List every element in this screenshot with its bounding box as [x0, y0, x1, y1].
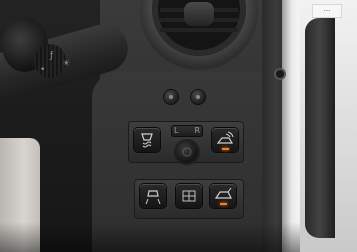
- air-vent-knob[interactable]: [184, 2, 214, 26]
- door-sticker: ···: [312, 4, 342, 18]
- lane-assist-switch[interactable]: [140, 184, 166, 208]
- mirror-right-label: R: [194, 126, 200, 135]
- parking-sensor-led: [222, 148, 229, 150]
- dashboard-photo: ··· ƒ ☀ • L R: [0, 0, 357, 252]
- lane-assist-icon: [145, 190, 161, 205]
- air-vent-vane[interactable]: [160, 28, 238, 32]
- parking-sensor-switch[interactable]: [212, 128, 238, 152]
- mirror-adjust-knob[interactable]: [176, 141, 198, 163]
- tailgate-switch[interactable]: [210, 184, 236, 208]
- mirror-select-toggle[interactable]: L R: [171, 125, 203, 137]
- camera-view-switch[interactable]: [176, 184, 202, 208]
- traction-control-switch[interactable]: [134, 128, 160, 152]
- stalk-mark: ƒ: [50, 51, 54, 61]
- stalk-mark: •: [40, 65, 46, 75]
- traction-control-icon: [141, 133, 153, 148]
- round-button-left[interactable]: [164, 90, 178, 104]
- camera-view-icon: [182, 190, 196, 202]
- stalk-mark: ☀: [62, 59, 71, 69]
- mirror-left-label: L: [174, 126, 179, 135]
- tailgate-led: [220, 203, 227, 205]
- round-button-icon: [169, 95, 173, 99]
- door-latch-bolt: [276, 70, 284, 78]
- floor-shadow: [0, 222, 300, 252]
- door-rubber-seal: [305, 18, 335, 238]
- round-button-icon: [196, 95, 200, 99]
- mirror-adjust-icon: [182, 147, 192, 157]
- round-button-right[interactable]: [191, 90, 205, 104]
